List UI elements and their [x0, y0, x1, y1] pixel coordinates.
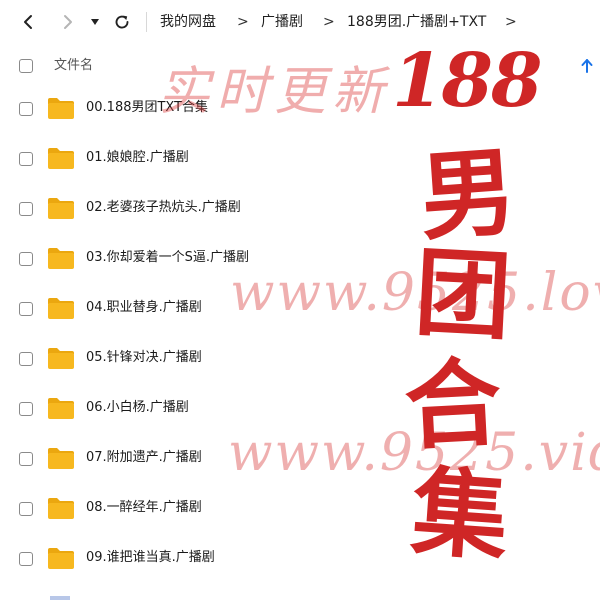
file-list-header: 文件名	[0, 44, 600, 88]
list-item[interactable]: 05.针锋对决.广播剧	[0, 334, 600, 384]
list-item[interactable]: 07.附加遗产.广播剧	[0, 434, 600, 484]
folder-icon	[47, 496, 75, 520]
folder-icon	[47, 396, 75, 420]
file-name: 03.你却爱着一个S逼.广播剧	[86, 250, 250, 265]
file-name: 00.188男团TXT合集	[86, 100, 209, 115]
folder-icon	[47, 146, 75, 170]
list-item[interactable]: 00.188男团TXT合集	[0, 84, 600, 134]
refresh-button[interactable]	[108, 8, 136, 36]
select-all-checkbox[interactable]	[19, 59, 33, 73]
row-checkbox[interactable]	[19, 152, 33, 166]
next-row-fragment	[50, 596, 70, 600]
folder-icon	[47, 446, 75, 470]
row-checkbox[interactable]	[19, 452, 33, 466]
folder-icon	[47, 546, 75, 570]
history-dropdown-button[interactable]	[86, 8, 104, 36]
row-checkbox[interactable]	[19, 302, 33, 316]
file-manager-window: 我的网盘 > 广播剧 > 188男团.广播剧+TXT > 文件名 00.188男…	[0, 0, 600, 600]
file-name: 05.针锋对决.广播剧	[86, 350, 202, 365]
file-name: 09.谁把谁当真.广播剧	[86, 550, 215, 565]
breadcrumb-item-radio-drama[interactable]: 广播剧	[261, 12, 303, 32]
file-name: 07.附加遗产.广播剧	[86, 450, 202, 465]
file-name: 01.娘娘腔.广播剧	[86, 150, 189, 165]
row-checkbox[interactable]	[19, 502, 33, 516]
list-item[interactable]: 08.一醉经年.广播剧	[0, 484, 600, 534]
list-item[interactable]: 03.你却爱着一个S逼.广播剧	[0, 234, 600, 284]
breadcrumb-separator: >	[323, 14, 335, 30]
file-name: 06.小白杨.广播剧	[86, 400, 189, 415]
folder-icon	[47, 196, 75, 220]
back-button[interactable]	[14, 8, 42, 36]
caret-down-icon	[91, 19, 99, 25]
navigation-bar: 我的网盘 > 广播剧 > 188男团.广播剧+TXT >	[0, 0, 600, 45]
arrow-up-icon[interactable]	[580, 58, 594, 74]
list-item[interactable]: 09.谁把谁当真.广播剧	[0, 534, 600, 584]
row-checkbox[interactable]	[19, 252, 33, 266]
file-name: 04.职业替身.广播剧	[86, 300, 202, 315]
refresh-icon	[115, 15, 129, 29]
list-item[interactable]: 04.职业替身.广播剧	[0, 284, 600, 334]
row-checkbox[interactable]	[19, 402, 33, 416]
list-item[interactable]: 06.小白杨.广播剧	[0, 384, 600, 434]
row-checkbox[interactable]	[19, 352, 33, 366]
folder-icon	[47, 96, 75, 120]
row-checkbox[interactable]	[19, 102, 33, 116]
row-checkbox[interactable]	[19, 552, 33, 566]
chevron-right-icon	[64, 15, 72, 29]
breadcrumb-item-current-folder[interactable]: 188男团.广播剧+TXT	[347, 12, 486, 32]
file-name: 02.老婆孩子热炕头.广播剧	[86, 200, 241, 215]
list-item[interactable]: 02.老婆孩子热炕头.广播剧	[0, 184, 600, 234]
breadcrumb-separator: >	[237, 14, 249, 30]
breadcrumb-item-my-drive[interactable]: 我的网盘	[160, 12, 216, 32]
chevron-left-icon	[24, 15, 32, 29]
forward-button[interactable]	[54, 8, 82, 36]
file-name: 08.一醉经年.广播剧	[86, 500, 202, 515]
folder-icon	[47, 346, 75, 370]
folder-icon	[47, 246, 75, 270]
folder-icon	[47, 296, 75, 320]
list-item[interactable]: 01.娘娘腔.广播剧	[0, 134, 600, 184]
column-header-filename[interactable]: 文件名	[54, 56, 93, 76]
row-checkbox[interactable]	[19, 202, 33, 216]
breadcrumb-separator: >	[505, 14, 517, 30]
toolbar-divider	[146, 12, 147, 32]
